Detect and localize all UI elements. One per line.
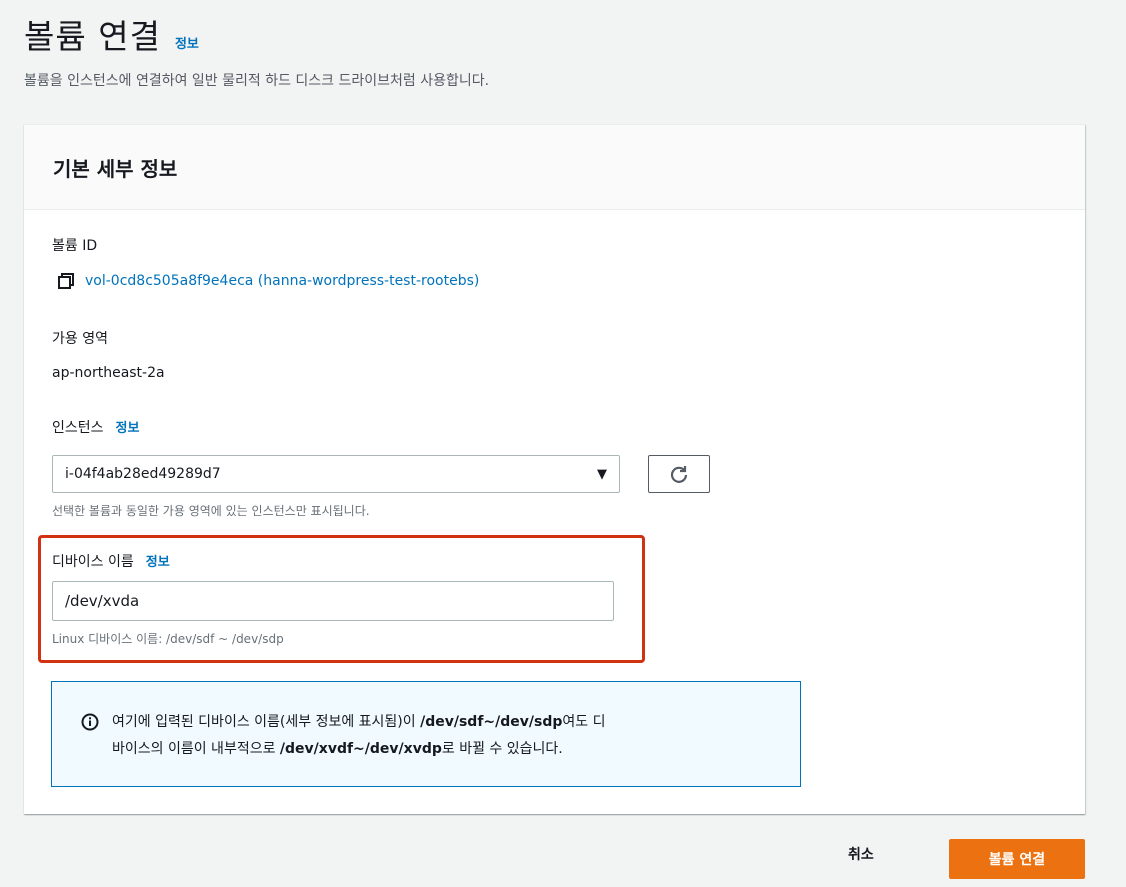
- device-name-input[interactable]: [52, 581, 614, 621]
- instance-info-link[interactable]: 정보: [116, 417, 140, 436]
- attach-volume-button[interactable]: 볼륨 연결: [949, 839, 1085, 879]
- availability-zone-value: ap-northeast-2a: [52, 365, 165, 381]
- panel-title: 기본 세부 정보: [53, 156, 178, 181]
- page-title: 볼륨 연결: [24, 17, 161, 56]
- alert-line2-bold: /dev/xvdf~/dev/xvdp: [279, 741, 442, 757]
- info-circle-icon: [81, 713, 99, 731]
- info-alert: 여기에 입력된 디바이스 이름(세부 정보에 표시됨)이 /dev/sdf~/d…: [51, 681, 801, 787]
- device-name-hint: Linux 디바이스 이름: /dev/sdf ~ /dev/sdp: [52, 632, 284, 646]
- page-info-link[interactable]: 정보: [175, 33, 199, 52]
- page-description: 볼륨을 인스턴스에 연결하여 일반 물리적 하드 디스크 드라이브처럼 사용합니…: [24, 73, 490, 89]
- alert-line1-text: 여기에 입력된 디바이스 이름(세부 정보에 표시됨)이: [112, 714, 421, 730]
- instance-label-row: 인스턴스 정보: [52, 417, 139, 437]
- instance-hint: 선택한 볼륨과 동일한 가용 영역에 있는 인스턴스만 표시됩니다.: [52, 504, 370, 518]
- instance-selected-value: i-04f4ab28ed49289d7: [65, 466, 221, 482]
- alert-line2-tail: 로 바뀔 수 있습니다.: [441, 741, 563, 757]
- volume-id-link[interactable]: vol-0cd8c505a8f9e4eca (hanna-wordpress-t…: [57, 272, 479, 290]
- device-name-label: 디바이스 이름: [52, 554, 134, 570]
- basic-details-panel: 기본 세부 정보 볼륨 ID vol-0cd8c505a8f9e4eca (ha…: [24, 124, 1085, 814]
- cancel-button[interactable]: 취소: [848, 844, 874, 864]
- alert-text: 여기에 입력된 디바이스 이름(세부 정보에 표시됨)이 /dev/sdf~/d…: [112, 709, 792, 763]
- availability-zone-label: 가용 영역: [52, 331, 108, 347]
- device-name-label-row: 디바이스 이름 정보: [52, 551, 170, 571]
- volume-id-value[interactable]: vol-0cd8c505a8f9e4eca (hanna-wordpress-t…: [85, 273, 479, 289]
- page-header: 볼륨 연결 정보: [24, 10, 199, 58]
- instance-label: 인스턴스: [52, 420, 104, 436]
- alert-line2-text: 바이스의 이름이 내부적으로: [112, 741, 280, 757]
- refresh-icon: [670, 466, 688, 483]
- copy-icon[interactable]: [57, 272, 75, 290]
- alert-line1-bold: /dev/sdf~/dev/sdp: [420, 714, 563, 730]
- caret-down-icon: ▼: [597, 466, 607, 482]
- alert-line1-tail: 여도 디: [562, 714, 606, 730]
- device-name-info-link[interactable]: 정보: [146, 551, 170, 570]
- refresh-button[interactable]: [648, 455, 710, 493]
- volume-id-label: 볼륨 ID: [52, 238, 98, 254]
- panel-header: 기본 세부 정보: [24, 125, 1085, 210]
- instance-select[interactable]: i-04f4ab28ed49289d7 ▼: [52, 455, 620, 493]
